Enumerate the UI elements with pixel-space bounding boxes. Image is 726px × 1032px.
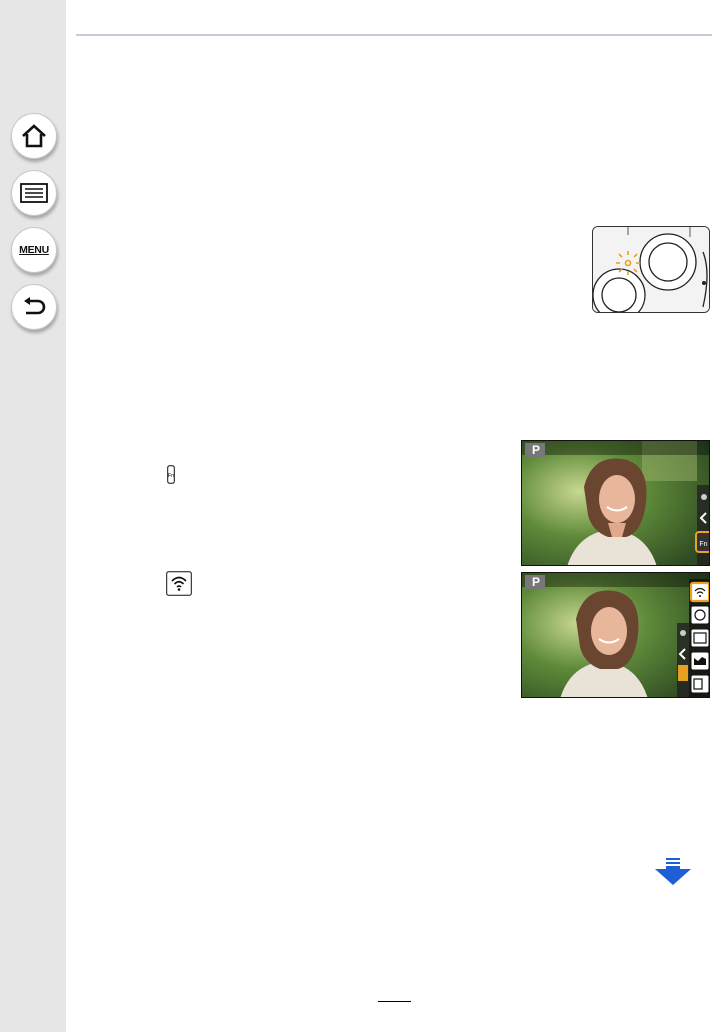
home-button[interactable] [11,113,57,159]
mode-indicator: P [532,443,540,457]
back-button[interactable] [11,284,57,330]
list-icon [20,183,48,203]
header-rule [76,34,712,36]
page-number-rule [378,1001,411,1002]
house-icon [22,124,46,148]
contents-button[interactable] [11,170,57,216]
fn-tab-label: Fn [699,541,707,548]
fn-button-icon: Fn [167,465,175,484]
sidebar: MENU [0,0,66,1032]
camera-screen-fn-tab: Fn P [521,440,710,566]
return-arrow-icon [24,297,46,315]
camera-wifi-lamp-illustration [592,226,710,313]
mode-indicator: P [532,575,540,589]
menu-label: MENU [19,244,49,256]
camera-screen-wifi-tab: P [521,572,710,698]
next-page-arrow-icon[interactable] [655,858,691,886]
wifi-icon [166,571,192,596]
menu-button[interactable]: MENU [11,227,57,273]
svg-text:Fn: Fn [168,473,174,479]
